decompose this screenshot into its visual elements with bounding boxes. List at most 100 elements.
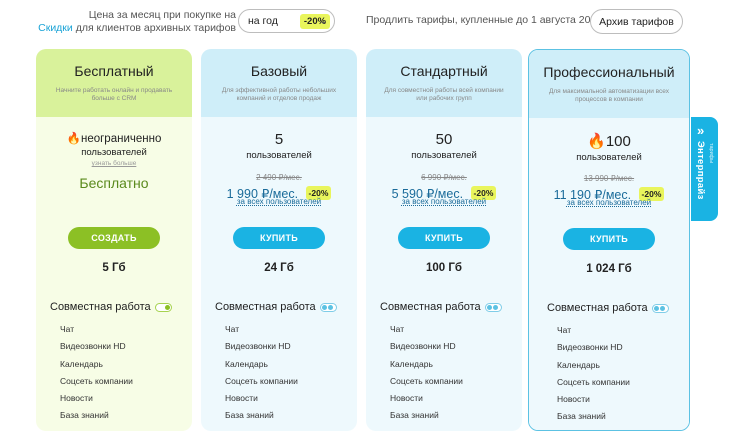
users-count: неограниченно	[80, 133, 162, 145]
collab-toggle[interactable]	[484, 302, 502, 312]
enterprise-label: Энтерпрайз	[695, 141, 706, 200]
collab-toggle[interactable]	[319, 302, 337, 312]
list-item: Соцсеть компании	[557, 376, 630, 387]
plan-description: Начните работать онлайн и продавать боль…	[55, 87, 173, 102]
chevron-down-icon: ⌄	[318, 15, 328, 27]
top-bar: Цена за месяц при покупке на Скидки для …	[0, 0, 750, 44]
old-price: 2 490 ₽/мес.	[256, 173, 302, 182]
users-block: 🔥100 пользователей	[529, 132, 689, 163]
users-label: пользователей	[81, 147, 147, 158]
plan-body: 🔥100 пользователей 13 990 ₽/мес. 11 190 …	[529, 118, 689, 430]
storage-size: 5 Гб	[102, 262, 126, 274]
buy-button[interactable]: КУПИТЬ	[563, 228, 655, 250]
users-label: пользователей	[411, 150, 477, 161]
list-item: Видеозвонки HD	[225, 341, 291, 352]
list-item: Видеозвонки HD	[390, 341, 456, 352]
price-block: 2 490 ₽/мес. 1 990 ₽/мес. -20%	[201, 173, 357, 201]
collab-header[interactable]: Совместная работа	[50, 301, 172, 313]
plan-body: 5 пользователей 2 490 ₽/мес. 1 990 ₽/мес…	[201, 117, 357, 431]
plan-name: Базовый	[250, 63, 308, 79]
users-count: 100	[605, 133, 631, 150]
users-block: 50 пользователей	[366, 131, 522, 161]
plan-name: Профессиональный	[543, 64, 675, 80]
collab-label: Совместная работа	[215, 301, 316, 313]
collab-header[interactable]: Совместная работа	[547, 302, 669, 314]
period-value: на год	[248, 15, 278, 27]
create-button[interactable]: СОЗДАТЬ	[68, 227, 160, 249]
plan-body: 🔥неограниченно пользователей узнать боль…	[36, 117, 192, 431]
plan-description: Для максимальной автоматизации всех проц…	[548, 88, 670, 103]
plan-header: Базовый Для эффективной работы небольших…	[201, 49, 357, 117]
list-item: Соцсеть компании	[390, 375, 463, 386]
collab-header[interactable]: Совместная работа	[380, 301, 502, 313]
learn-more-link[interactable]: узнать больше	[36, 160, 192, 167]
list-item: Новости	[225, 393, 258, 404]
list-item: Новости	[390, 393, 423, 404]
enterprise-tab[interactable]: » Энтерпрайз тарифы	[691, 117, 718, 221]
feature-list: Чат Видеозвонки HD Календарь Соцсеть ком…	[225, 321, 298, 425]
collab-header[interactable]: Совместная работа	[215, 301, 337, 313]
old-price: 13 990 ₽/мес.	[583, 174, 635, 183]
price-block: 6 990 ₽/мес. 5 590 ₽/мес. -20%	[366, 173, 522, 201]
plan-description: Для совместной работы всей компании или …	[384, 87, 504, 102]
collab-label: Совместная работа	[380, 301, 481, 313]
users-block: 🔥неограниченно пользователей узнать боль…	[36, 131, 192, 167]
storage-size: 1 024 Гб	[586, 263, 632, 275]
list-item: Чат	[557, 325, 572, 335]
all-users-link[interactable]: за всех пользователей	[201, 197, 357, 206]
users-count: 5	[274, 131, 284, 148]
users-count: 50	[435, 131, 453, 148]
storage-size: 24 Гб	[264, 262, 294, 274]
collab-toggle[interactable]	[651, 303, 669, 313]
list-item: Чат	[225, 324, 240, 334]
collab-label: Совместная работа	[547, 302, 648, 314]
plan-header: Стандартный Для совместной работы всей к…	[366, 49, 522, 117]
promo-line2: для клиентов архивных тарифов	[75, 22, 236, 34]
list-item: Календарь	[60, 358, 103, 369]
discount-link[interactable]: Скидки	[38, 22, 73, 34]
plan-description: Для эффективной работы небольших компани…	[221, 87, 337, 102]
plan-name: Стандартный	[400, 63, 488, 79]
feature-list: Чат Видеозвонки HD Календарь Соцсеть ком…	[60, 321, 133, 425]
collab-label: Совместная работа	[50, 301, 151, 313]
storage-size: 100 Гб	[425, 262, 462, 274]
fire-icon: 🔥	[587, 133, 606, 150]
list-item: Соцсеть компании	[60, 375, 133, 386]
list-item: База знаний	[557, 411, 606, 422]
renew-link[interactable]: Продлить тарифы, купленные до 1 августа …	[366, 14, 602, 26]
buy-button[interactable]: КУПИТЬ	[233, 227, 325, 249]
users-block: 5 пользователей	[201, 131, 357, 161]
buy-button[interactable]: КУПИТЬ	[398, 227, 490, 249]
list-item: База знаний	[225, 410, 274, 421]
plan-card-professional: Профессиональный Для максимальной автома…	[528, 49, 690, 431]
list-item: Чат	[390, 324, 405, 334]
plan-card-base: Базовый Для эффективной работы небольших…	[201, 49, 357, 431]
list-item: Новости	[557, 394, 590, 405]
collab-toggle[interactable]	[154, 302, 172, 312]
promo-text: Цена за месяц при покупке на Скидки для …	[36, 9, 236, 35]
plan-header: Бесплатный Начните работать онлайн и про…	[36, 49, 192, 117]
plan-header: Профессиональный Для максимальной автома…	[529, 50, 689, 118]
price-block: 13 990 ₽/мес. 11 190 ₽/мес. -20%	[529, 174, 689, 202]
list-item: Видеозвонки HD	[557, 342, 623, 353]
promo-line1: Цена за месяц при покупке на	[88, 9, 236, 21]
plan-card-standard: Стандартный Для совместной работы всей к…	[366, 49, 522, 431]
list-item: База знаний	[60, 410, 109, 421]
old-price: 6 990 ₽/мес.	[421, 173, 467, 182]
feature-list: Чат Видеозвонки HD Календарь Соцсеть ком…	[390, 321, 463, 425]
plan-body: 50 пользователей 6 990 ₽/мес. 5 590 ₽/ме…	[366, 117, 522, 431]
pricing-page: Цена за месяц при покупке на Скидки для …	[0, 0, 750, 431]
users-label: пользователей	[576, 152, 642, 163]
list-item: Соцсеть компании	[225, 375, 298, 386]
feature-list: Чат Видеозвонки HD Календарь Соцсеть ком…	[557, 322, 630, 426]
list-item: База знаний	[390, 410, 439, 421]
all-users-link[interactable]: за всех пользователей	[366, 197, 522, 206]
archive-tariffs-button[interactable]: Архив тарифов	[590, 9, 683, 34]
plan-card-free: Бесплатный Начните работать онлайн и про…	[36, 49, 192, 431]
all-users-link[interactable]: за всех пользователей	[529, 198, 689, 207]
enterprise-sub: тарифы	[708, 143, 714, 164]
period-select[interactable]: на год -20% ⌄	[238, 9, 335, 33]
list-item: Чат	[60, 324, 75, 334]
plan-price: Бесплатно	[79, 175, 149, 191]
users-label: пользователей	[246, 150, 312, 161]
